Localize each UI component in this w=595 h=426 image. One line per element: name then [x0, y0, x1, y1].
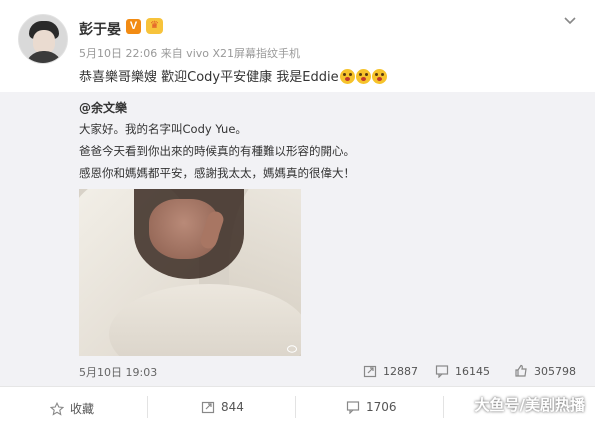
favorite-label: 收藏	[70, 402, 95, 416]
repost-button-count: 844	[221, 400, 244, 414]
comment-icon	[346, 401, 360, 414]
divider	[147, 396, 148, 418]
post-meta: 5月10日 22:06 来自 vivo X21屏幕指纹手机	[79, 47, 301, 60]
comment-button-count: 1706	[366, 400, 397, 414]
repost-icon	[201, 401, 215, 414]
thumbs-up-icon	[515, 364, 527, 377]
post-text-content: 恭喜樂哥樂嫂 歡迎Cody平安健康 我是Eddie	[79, 70, 339, 85]
original-comment-count[interactable]: 16145	[435, 364, 490, 378]
scream-emoji-icon	[371, 69, 387, 84]
repost-count: 12887	[383, 364, 418, 378]
divider	[295, 396, 296, 418]
post-text: 恭喜樂哥樂嫂 歡迎Cody平安健康 我是Eddie	[79, 66, 387, 85]
scream-emoji-icon	[339, 69, 355, 84]
favorite-button[interactable]: 收藏	[50, 400, 94, 417]
repost-button[interactable]: 844	[201, 400, 244, 414]
comment-icon	[435, 365, 449, 378]
original-like-count[interactable]: 305798	[514, 364, 576, 378]
like-count: 305798	[534, 364, 576, 378]
original-date[interactable]: 5月10日 19:03	[79, 364, 157, 380]
verified-badge-icon: V	[126, 19, 141, 34]
divider	[443, 396, 444, 418]
author-name[interactable]: 彭于晏	[79, 19, 121, 39]
original-text-line: 大家好。我的名字叫Cody Yue。	[79, 122, 247, 136]
original-repost-count[interactable]: 12887	[363, 364, 418, 378]
comment-count: 16145	[455, 364, 490, 378]
original-text-line: 爸爸今天看到你出來的時候真的有種難以形容的開心。	[79, 144, 355, 158]
original-author-link[interactable]: @余文樂	[79, 99, 127, 116]
source-watermark: 大鱼号/美剧热播	[474, 396, 585, 414]
star-icon	[50, 401, 64, 416]
avatar[interactable]	[18, 14, 68, 64]
scream-emoji-icon	[355, 69, 371, 84]
comment-button[interactable]: 1706	[346, 400, 397, 414]
baby-photo[interactable]	[79, 189, 301, 356]
original-text-line: 感恩你和媽媽都平安，感謝我太太，媽媽真的很偉大！	[79, 166, 355, 180]
weibo-watermark-icon	[287, 345, 297, 353]
chevron-down-icon[interactable]	[563, 14, 577, 28]
repost-icon	[363, 365, 377, 378]
member-crown-icon: ♛	[146, 18, 163, 34]
